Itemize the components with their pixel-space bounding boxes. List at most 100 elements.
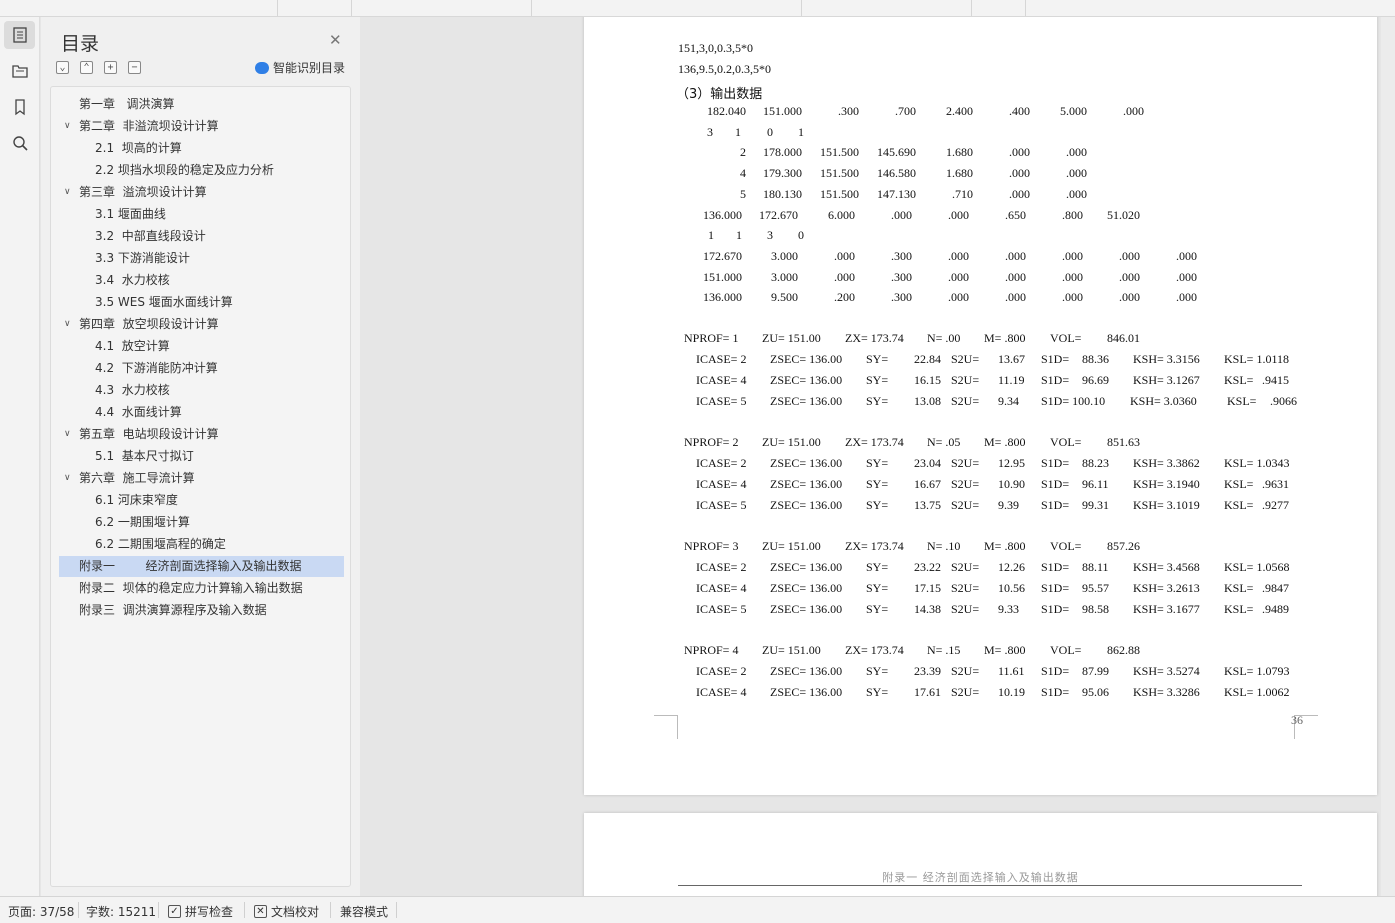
toc-item[interactable]: 4.3 水力校核 xyxy=(59,380,344,401)
toc-item[interactable]: ∨ 第六章 施工导流计算 xyxy=(59,468,344,489)
table-cell: 1.680 xyxy=(946,166,973,181)
profile-case-field: .9277 xyxy=(1262,498,1289,512)
toc-item[interactable]: 附录二 坝体的稳定应力计算输入输出数据 xyxy=(59,578,344,599)
toc-item[interactable]: 附录三 调洪演算源程序及输入数据 xyxy=(59,600,344,621)
toc-item[interactable]: 第一章 调洪演算 xyxy=(59,94,344,115)
toc-item[interactable]: 6.2 一期围堰计算 xyxy=(59,512,344,533)
chevron-down-icon[interactable]: ∨ xyxy=(64,468,74,489)
compat-mode: 兼容模式 xyxy=(340,903,388,920)
profile-case-field: ZSEC= 136.00 xyxy=(770,685,843,699)
status-divider xyxy=(396,902,397,918)
toc-item[interactable]: 5.1 基本尺寸拟订 xyxy=(59,446,344,467)
table-cell: 5.000 xyxy=(1060,104,1087,118)
chevron-down-icon[interactable]: ∨ xyxy=(64,116,74,137)
navigation-button[interactable] xyxy=(4,57,35,85)
toc-item[interactable]: 3.4 水力校核 xyxy=(59,270,344,291)
toc-item[interactable]: 3.3 下游消能设计 xyxy=(59,248,344,269)
toc-item[interactable]: 附录一 经济剖面选择输入及输出数据 xyxy=(59,556,344,577)
table-cell: .300 xyxy=(838,104,859,118)
table-cell: 147.130 xyxy=(877,186,916,201)
table-cell: .000 xyxy=(1123,104,1144,118)
toc-item[interactable]: 3.5 WES 堰面水面线计算 xyxy=(59,292,344,313)
profile-case-field: ICASE= 4 xyxy=(696,373,747,387)
profile-case-field: KSL= xyxy=(1224,477,1254,491)
profile-case-field: ICASE= 2 xyxy=(696,456,747,470)
profile-case-field: 11.19 xyxy=(998,373,1025,387)
toc-item[interactable]: 2.1 坝高的计算 xyxy=(59,138,344,159)
doc-proof-button[interactable]: ✕ 文档校对 xyxy=(254,903,319,920)
table-cell: .710 xyxy=(952,186,973,201)
profile-case-field: S2U= xyxy=(951,373,980,387)
toc-item-label: 第一章 调洪演算 xyxy=(79,97,175,111)
page-indicator[interactable]: 页面: 37/58 xyxy=(8,903,74,920)
chevron-down-icon[interactable]: ∨ xyxy=(64,314,74,335)
profile-header-field: NPROF= 1 xyxy=(684,331,739,345)
table-cell: 9.500 xyxy=(771,290,798,305)
toc-item[interactable]: 4.2 下游消能防冲计算 xyxy=(59,358,344,379)
profile-case-field: S2U= xyxy=(951,685,980,699)
profile-case-field: 23.39 xyxy=(914,664,941,678)
profile-case-field: KSL= xyxy=(1224,373,1254,387)
table-cell: 145.690 xyxy=(877,145,916,160)
profile-case-field: KSH= 3.1267 xyxy=(1133,373,1200,387)
toc-item-label: 4.4 水面线计算 xyxy=(95,405,182,419)
toc-item[interactable]: ∨ 第三章 溢流坝设计计算 xyxy=(59,182,344,203)
profile-case-field: 14.38 xyxy=(914,602,941,616)
toc-item[interactable]: 6.1 河床束窄度 xyxy=(59,490,344,511)
document-area: 151,3,0,0.3,5*0 136,9.5,0.2,0.3,5*0 （3）输… xyxy=(361,17,1395,896)
chevron-down-icon[interactable]: ∨ xyxy=(64,182,74,203)
table-cell: .000 xyxy=(1066,166,1087,181)
table-cell: 1 xyxy=(708,228,714,243)
toc-item-label: 3.1 堰面曲线 xyxy=(95,207,166,221)
table-cell: 151.500 xyxy=(820,145,859,160)
toc-panel-button[interactable] xyxy=(4,21,35,49)
chevron-down-icon[interactable]: ∨ xyxy=(64,424,74,445)
toc-item[interactable]: 3.2 中部直线段设计 xyxy=(59,226,344,247)
toc-item[interactable]: 3.1 堰面曲线 xyxy=(59,204,344,225)
table-cell: .000 xyxy=(948,269,969,284)
toc-item[interactable]: 4.1 放空计算 xyxy=(59,336,344,357)
ribbon-strip xyxy=(0,0,1395,17)
word-count[interactable]: 字数: 15211 xyxy=(86,903,156,920)
toc-item[interactable]: ∨ 第二章 非溢流坝设计计算 xyxy=(59,116,344,137)
table-cell: 136.000 xyxy=(703,290,742,305)
toc-item[interactable]: ∨ 第五章 电站坝段设计计算 xyxy=(59,424,344,445)
table-cell: .000 xyxy=(948,290,969,305)
smart-toc-button[interactable]: 智能识别目录 xyxy=(255,59,345,76)
toc-item[interactable]: 4.4 水面线计算 xyxy=(59,402,344,423)
profile-case-field: 87.99 xyxy=(1082,664,1109,678)
profile-case-field: S2U= xyxy=(951,394,980,408)
profile-case-field: .9489 xyxy=(1262,602,1289,616)
profile-case-field: ICASE= 2 xyxy=(696,352,747,366)
table-cell: 3.000 xyxy=(771,269,798,284)
profile-case-field: ZSEC= 136.00 xyxy=(770,581,843,595)
collapse-all-icon[interactable]: ⌄ xyxy=(56,61,69,74)
search-button[interactable] xyxy=(4,129,35,157)
bookmark-button[interactable] xyxy=(4,93,35,121)
profile-case-field: KSH= 3.1677 xyxy=(1133,602,1200,616)
profile-case-field: SY= xyxy=(866,581,889,595)
table-cell: 146.580 xyxy=(877,166,916,181)
profile-case-field: 9.34 xyxy=(998,394,1019,408)
expand-up-icon[interactable]: ⌃ xyxy=(80,61,93,74)
folder-tree-icon xyxy=(11,65,28,78)
toc-item[interactable]: 2.2 坝挡水坝段的稳定及应力分析 xyxy=(59,160,344,181)
profile-case-field: S2U= xyxy=(951,477,980,491)
section-heading: （3）输出数据 xyxy=(676,87,763,102)
profile-case-field: ICASE= 5 xyxy=(696,602,747,616)
bookmark-icon xyxy=(14,99,25,116)
vertical-scrollbar[interactable] xyxy=(1381,17,1395,896)
close-icon[interactable]: ✕ xyxy=(329,33,342,48)
spell-check-button[interactable]: ✓ 拼写检查 xyxy=(168,903,233,920)
table-cell: 151.000 xyxy=(703,269,742,284)
profile-case-field: S1D= xyxy=(1041,581,1070,595)
remove-heading-icon[interactable]: − xyxy=(128,61,141,74)
profile-case-field: ZSEC= 136.00 xyxy=(770,352,843,366)
profile-case-field: 88.11 xyxy=(1082,560,1109,574)
profile-case-field: SY= xyxy=(866,352,889,366)
table-cell: .000 xyxy=(1119,248,1140,263)
profile-case-field: KSL= xyxy=(1224,498,1254,512)
toc-item[interactable]: ∨ 第四章 放空坝段设计计算 xyxy=(59,314,344,335)
add-heading-icon[interactable]: + xyxy=(104,61,117,74)
toc-item[interactable]: 6.2 二期围堰高程的确定 xyxy=(59,534,344,555)
